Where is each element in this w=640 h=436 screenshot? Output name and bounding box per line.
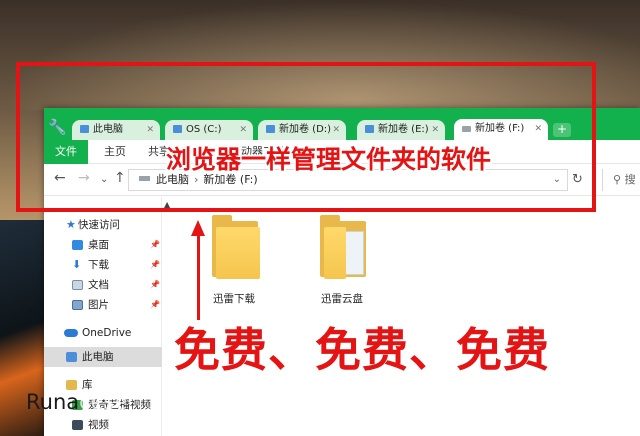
sidebar-item-downloads[interactable]: ⬇ 下载 📌 [44,255,162,275]
sidebar-item-label: 快速访问 [78,219,120,231]
sidebar-item-label: OneDrive [82,327,132,339]
sidebar-item-label: 文档 [88,279,109,291]
desktop-icon [72,240,83,250]
library-icon [66,380,77,390]
folder-label: 迅雷云盘 [321,293,363,305]
search-placeholder: 搜 [624,173,636,186]
sidebar-item-pictures[interactable]: 图片 📌 [44,295,162,315]
folder-item[interactable]: 迅雷云盘 [300,209,384,309]
watermark: Runacese [26,390,166,418]
folder-label: 迅雷下载 [213,293,255,305]
sidebar-item-label: 下载 [88,259,109,271]
sidebar-item-label: 视频 [88,419,109,431]
highlight-frame [16,62,596,212]
pin-icon[interactable]: 📌 [150,255,160,275]
folder-icon-front [324,227,346,279]
search-input[interactable]: ⚲ 搜 [602,169,640,191]
sidebar-item-onedrive[interactable]: OneDrive [44,323,162,343]
watermark-faded-text: cese [79,390,128,414]
search-icon: ⚲ [613,173,622,186]
watermark-text: Runa [26,390,80,414]
sidebar-item-this-pc[interactable]: 此电脑 [44,347,162,367]
overlay-free-text: 免费、免费、免费 [174,323,550,377]
pin-icon[interactable]: 📌 [150,295,160,315]
sidebar-item-label: 图片 [88,299,109,311]
star-icon: ★ [66,218,76,231]
document-icon [72,280,83,290]
overlay-headline: 浏览器一样管理文件夹的软件 [166,145,492,174]
sidebar-item-desktop[interactable]: 桌面 📌 [44,235,162,255]
sidebar-item-documents[interactable]: 文档 📌 [44,275,162,295]
monitor-icon [66,352,77,362]
download-icon: ⬇ [72,258,82,271]
sidebar-item-label: 桌面 [88,239,109,251]
video-icon [72,420,83,430]
sidebar-item-label: 此电脑 [82,351,114,363]
folder-icon-front [216,227,260,279]
sidebar-item-videos[interactable]: 视频 [44,415,162,435]
pin-icon[interactable]: 📌 [150,275,160,295]
sidebar-item-quick-access[interactable]: ★ 快速访问 [44,215,162,235]
picture-icon [72,300,83,310]
cloud-icon [64,329,78,337]
arrow-line [197,234,200,320]
pin-icon[interactable]: 📌 [150,235,160,255]
